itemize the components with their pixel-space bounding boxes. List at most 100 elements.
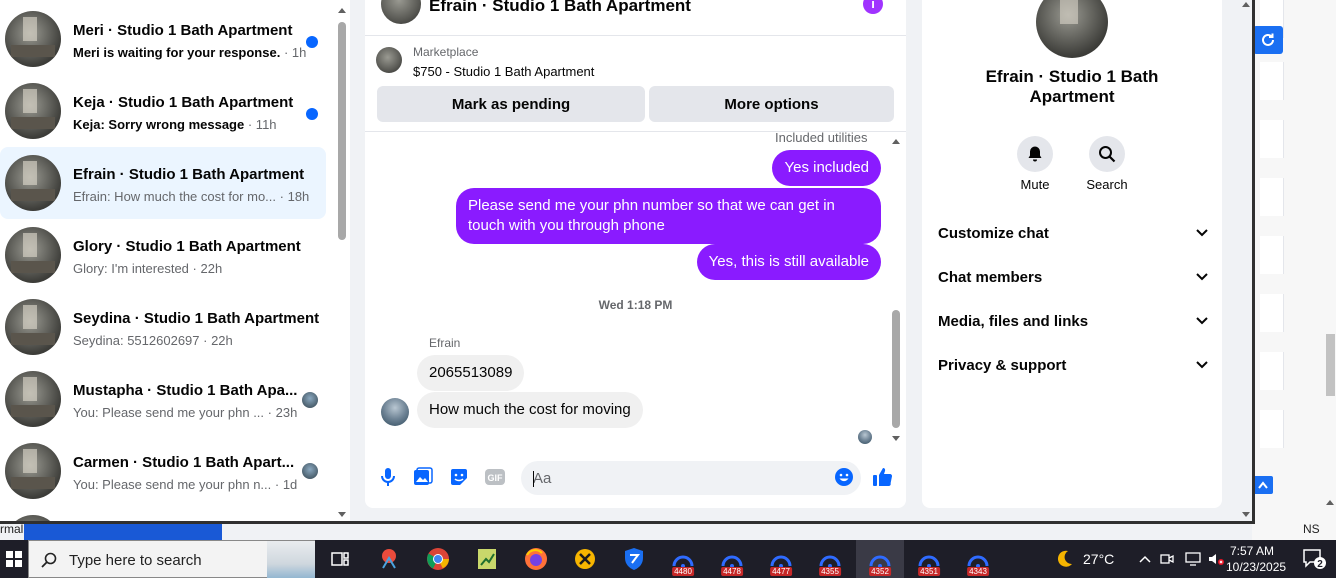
conversation-scroll-down[interactable] (338, 512, 346, 517)
volume-muted-icon[interactable] (1206, 540, 1226, 578)
search-label: Search (1086, 177, 1128, 192)
chat-members-section[interactable]: Chat members (938, 257, 1208, 297)
conversation-name: Glory · Studio 1 Bath Apartment (73, 238, 301, 255)
chat-title[interactable]: Efrain · Studio 1 Bath Apartment (429, 0, 691, 16)
app-icon[interactable] (561, 540, 609, 578)
marketplace-card: Marketplace $750 - Studio 1 Bath Apartme… (365, 36, 906, 132)
conversation-item[interactable]: Seydina · Studio 1 Bath Apartment Seydin… (0, 291, 326, 363)
conversation-item[interactable] (0, 507, 326, 522)
incoming-message[interactable]: How much the cost for moving (417, 392, 643, 428)
scroll-to-top-button[interactable] (1253, 476, 1273, 494)
media-files-links-section[interactable]: Media, files and links (938, 301, 1208, 341)
message-thread: Included utilities Yes included Please s… (365, 132, 906, 446)
meet-now-icon[interactable] (1158, 540, 1176, 578)
outgoing-message[interactable]: Yes, this is still available (696, 244, 881, 280)
avatar[interactable] (1036, 0, 1108, 58)
badge: 4477 (770, 567, 792, 576)
gif-icon[interactable]: GIF (484, 466, 506, 488)
search-button[interactable] (1089, 136, 1125, 172)
window-border (0, 521, 1255, 524)
remote-app-icon[interactable]: 4480 (659, 540, 707, 578)
moon-icon[interactable] (1052, 540, 1076, 578)
outgoing-message[interactable]: Yes included (772, 150, 881, 186)
firefox-icon[interactable] (512, 540, 560, 578)
search-placeholder: Type here to search (69, 552, 202, 569)
conversation-scrollbar[interactable] (338, 22, 346, 240)
like-icon[interactable] (872, 466, 894, 488)
notification-icon[interactable]: 2 (1296, 540, 1332, 578)
unread-dot (306, 36, 318, 48)
unread-dot (306, 108, 318, 120)
task-view-icon[interactable] (316, 540, 364, 578)
mark-as-pending-button[interactable]: Mark as pending (377, 86, 645, 122)
chevron-down-icon (1196, 361, 1208, 369)
remote-app-icon[interactable]: 4343 (954, 540, 1002, 578)
seen-avatar (302, 392, 318, 408)
remote-app-icon[interactable]: 4352 (856, 540, 904, 578)
conversation-item[interactable]: Glory · Studio 1 Bath Apartment Glory: I… (0, 219, 326, 291)
remote-app-icon[interactable]: 4477 (757, 540, 805, 578)
badge: 4352 (869, 567, 891, 576)
chrome-icon[interactable] (414, 540, 462, 578)
info-scroll-up[interactable] (1242, 2, 1250, 7)
badge: 4343 (967, 567, 989, 576)
page-scroll-up[interactable] (1326, 500, 1334, 505)
shield-icon[interactable] (610, 540, 658, 578)
conversation-item[interactable]: Keja · Studio 1 Bath Apartment Keja: Sor… (0, 75, 326, 147)
temperature[interactable]: 27°C (1083, 551, 1114, 567)
conversation-scroll-up[interactable] (338, 8, 346, 13)
taskbar: Type here to search 4480 4478 4477 4355 … (0, 540, 1336, 578)
listing-title[interactable]: $750 - Studio 1 Bath Apartment (413, 64, 594, 79)
microphone-icon[interactable] (377, 466, 399, 488)
outgoing-message[interactable]: Please send me your phn number so that w… (456, 188, 881, 244)
section-label: Customize chat (938, 224, 1049, 242)
thread-scrollbar[interactable] (892, 310, 900, 428)
background-card (1260, 120, 1284, 158)
badge: 4355 (819, 567, 841, 576)
snipping-tool-icon[interactable] (365, 540, 413, 578)
remote-app-icon[interactable]: 4351 (905, 540, 953, 578)
taskbar-search[interactable]: Type here to search (28, 540, 315, 578)
conversation-name: Meri · Studio 1 Bath Apartment (73, 22, 293, 39)
remote-app-icon[interactable]: 4478 (708, 540, 756, 578)
spreadsheet-icon[interactable] (463, 540, 511, 578)
avatar (5, 155, 61, 211)
page-scrollbar[interactable] (1326, 334, 1335, 396)
search-highlight-image (267, 541, 315, 578)
incoming-message[interactable]: 2065513089 (417, 355, 525, 391)
conversation-item[interactable]: Mustapha · Studio 1 Bath Apa... You: Ple… (0, 363, 326, 435)
mute-button[interactable] (1017, 136, 1053, 172)
avatar[interactable] (381, 0, 421, 24)
avatar (5, 371, 61, 427)
refresh-icon[interactable] (1253, 26, 1283, 54)
more-options-button[interactable]: More options (649, 86, 894, 122)
privacy-support-section[interactable]: Privacy & support (938, 345, 1208, 385)
conversation-name: Mustapha · Studio 1 Bath Apa... (73, 382, 298, 399)
start-button[interactable] (0, 540, 28, 578)
customize-chat-section[interactable]: Customize chat (938, 213, 1208, 253)
clock[interactable]: 7:57 AM 10/23/2025 (1226, 543, 1286, 575)
contact-name: Efrain · Studio 1 Bath Apartment (985, 67, 1159, 106)
thread-scroll-up[interactable] (892, 139, 900, 144)
background-card (1260, 62, 1284, 100)
chevron-down-icon (1196, 317, 1208, 325)
network-icon[interactable] (1182, 540, 1204, 578)
photo-icon[interactable] (412, 466, 434, 488)
notification-count: 2 (1317, 559, 1323, 570)
emoji-icon[interactable] (833, 466, 855, 488)
listing-thumbnail[interactable] (376, 47, 402, 73)
conversation-item[interactable]: Meri · Studio 1 Bath Apartment Meri is w… (0, 3, 326, 75)
thread-scroll-down[interactable] (892, 436, 900, 441)
chevron-down-icon (1196, 229, 1208, 237)
conversation-item[interactable]: Carmen · Studio 1 Bath Apart... You: Ple… (0, 435, 326, 507)
badge: 4478 (721, 567, 743, 576)
info-icon[interactable]: i (863, 0, 883, 14)
message-input[interactable] (521, 461, 861, 495)
sticker-icon[interactable] (448, 466, 470, 488)
chevron-up-icon[interactable] (1136, 540, 1154, 578)
info-scroll-down[interactable] (1242, 512, 1250, 517)
remote-app-icon[interactable]: 4355 (806, 540, 854, 578)
read-receipt-avatar (858, 430, 872, 444)
avatar[interactable] (381, 398, 409, 426)
conversation-item[interactable]: Efrain · Studio 1 Bath Apartment Efrain:… (0, 147, 326, 219)
